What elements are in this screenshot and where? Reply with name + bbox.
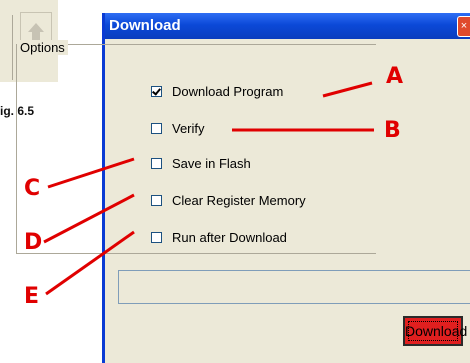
annotation-line-c	[47, 157, 135, 189]
annotation-lines	[43, 81, 374, 296]
annotation-label-a: A	[386, 64, 404, 89]
annotation-line-d	[43, 193, 135, 244]
annotation-label-c: C	[24, 176, 41, 201]
annotation-label-e: E	[24, 284, 40, 309]
annotation-label-d: D	[24, 230, 43, 255]
annotation-line-e	[45, 230, 135, 296]
annotation-label-b: B	[384, 118, 401, 143]
annotation-line-a	[322, 81, 373, 98]
